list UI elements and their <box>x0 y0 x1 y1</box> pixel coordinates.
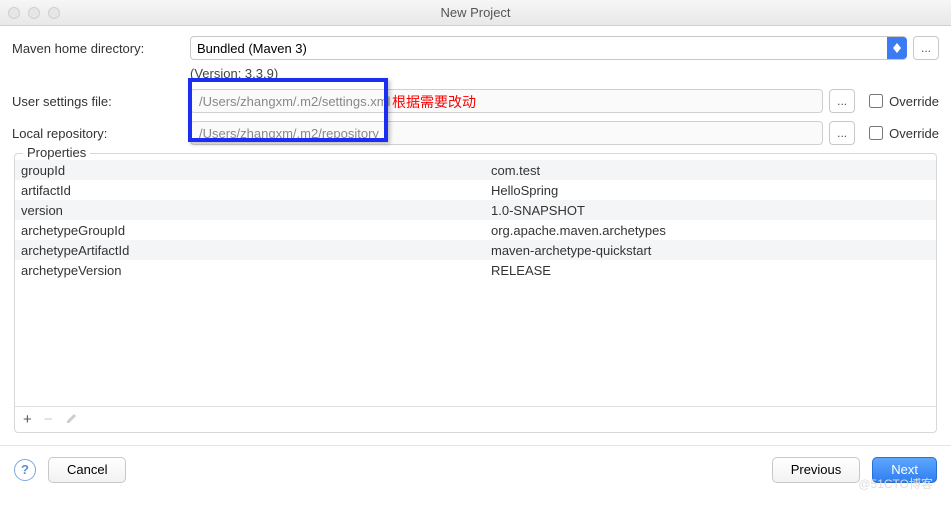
local-repo-override-checkbox[interactable] <box>869 126 883 140</box>
local-repo-override[interactable]: Override <box>869 126 939 141</box>
user-settings-label: User settings file: <box>12 94 190 109</box>
user-settings-input[interactable] <box>190 89 823 113</box>
annotation-text: 根据需要改动 <box>392 92 476 112</box>
override-label: Override <box>889 94 939 109</box>
properties-fieldset: Properties groupIdcom.testartifactIdHell… <box>14 153 937 433</box>
previous-button[interactable]: Previous <box>772 457 861 483</box>
property-value: RELEASE <box>491 263 551 278</box>
user-settings-override-checkbox[interactable] <box>869 94 883 108</box>
table-row[interactable]: archetypeGroupIdorg.apache.maven.archety… <box>15 220 936 240</box>
property-key: version <box>21 203 491 218</box>
window-title: New Project <box>0 5 951 20</box>
dialog-footer: ? Cancel Previous Next <box>0 445 951 493</box>
add-property-button[interactable]: + <box>23 411 32 428</box>
table-row[interactable]: groupIdcom.test <box>15 160 936 180</box>
local-repo-input[interactable] <box>190 121 823 145</box>
cancel-button[interactable]: Cancel <box>48 457 126 483</box>
maven-home-browse-button[interactable]: ... <box>913 36 939 60</box>
properties-table: groupIdcom.testartifactIdHelloSpringvers… <box>15 160 936 406</box>
remove-property-button[interactable]: − <box>44 411 53 428</box>
properties-legend: Properties <box>23 145 90 160</box>
property-key: groupId <box>21 163 491 178</box>
table-row[interactable]: version1.0-SNAPSHOT <box>15 200 936 220</box>
property-key: archetypeVersion <box>21 263 491 278</box>
property-value: com.test <box>491 163 540 178</box>
properties-toolbar: + − <box>15 406 936 432</box>
maven-home-select[interactable]: Bundled (Maven 3) <box>190 36 907 60</box>
pencil-icon <box>65 411 79 425</box>
property-value: maven-archetype-quickstart <box>491 243 651 258</box>
table-row[interactable]: archetypeArtifactIdmaven-archetype-quick… <box>15 240 936 260</box>
local-repo-label: Local repository: <box>12 126 190 141</box>
local-repo-browse-button[interactable]: ... <box>829 121 855 145</box>
property-value: HelloSpring <box>491 183 558 198</box>
edit-property-button[interactable] <box>65 411 79 429</box>
titlebar: New Project <box>0 0 951 26</box>
table-row[interactable]: artifactIdHelloSpring <box>15 180 936 200</box>
maven-version-text: (Version: 3.3.9) <box>12 66 939 81</box>
table-row[interactable]: archetypeVersionRELEASE <box>15 260 936 280</box>
property-value: 1.0-SNAPSHOT <box>491 203 585 218</box>
user-settings-browse-button[interactable]: ... <box>829 89 855 113</box>
content-area: Maven home directory: Bundled (Maven 3) … <box>0 26 951 433</box>
user-settings-override[interactable]: Override <box>869 94 939 109</box>
maven-home-label: Maven home directory: <box>12 41 190 56</box>
property-key: archetypeArtifactId <box>21 243 491 258</box>
help-button[interactable]: ? <box>14 459 36 481</box>
override-label: Override <box>889 126 939 141</box>
property-key: artifactId <box>21 183 491 198</box>
property-key: archetypeGroupId <box>21 223 491 238</box>
next-button[interactable]: Next <box>872 457 937 483</box>
property-value: org.apache.maven.archetypes <box>491 223 666 238</box>
